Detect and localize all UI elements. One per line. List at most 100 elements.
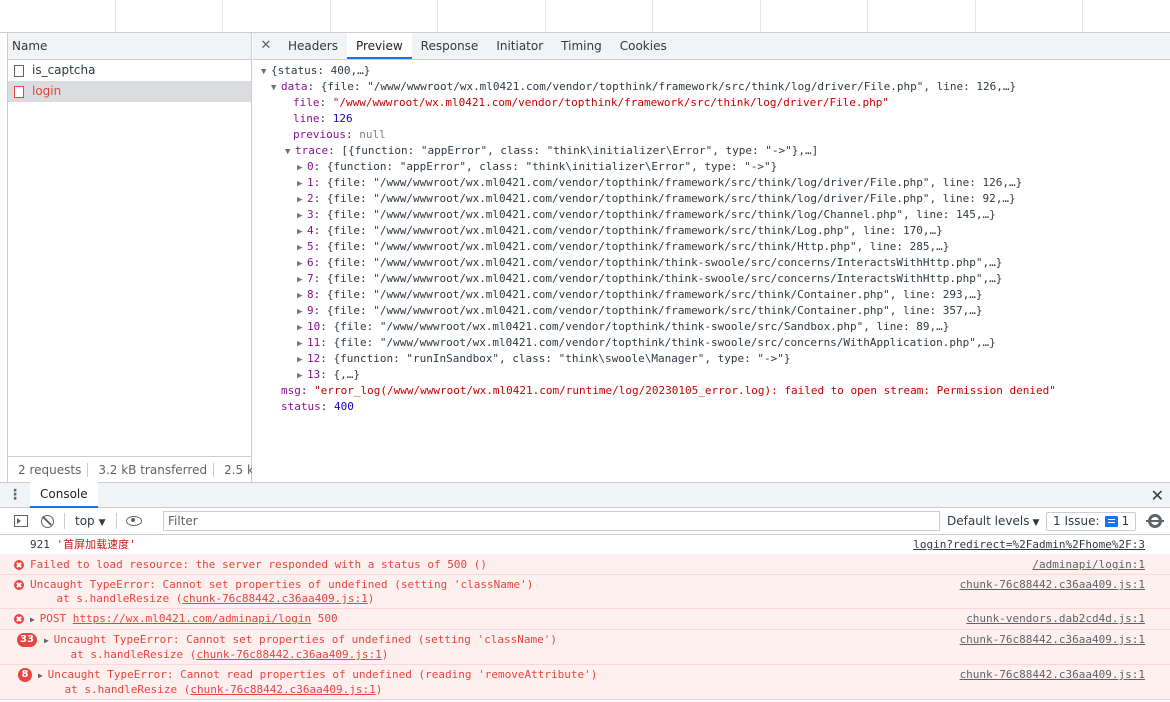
preview-token: 11 [307, 336, 321, 349]
collapsed-triangle-icon[interactable]: ▶ [297, 240, 307, 256]
preview-line[interactable]: ▶ 10: {file: "/www/wwwroot/wx.ml0421.com/… [253, 319, 1170, 335]
context-selector[interactable]: top ▼ [69, 514, 112, 528]
console-message: Failed to load resource: the server resp… [0, 555, 1170, 575]
collapsed-triangle-icon[interactable]: ▶ [297, 352, 307, 368]
toolbar-divider [64, 513, 65, 529]
preview-token: : {file: "/www/wwwroot/wx.ml0421.com/ven… [320, 336, 996, 349]
preview-token: : [300, 384, 315, 397]
expand-triangle-icon[interactable]: ▶ [38, 671, 48, 680]
console-message: 33 ▶ Uncaught TypeError: Cannot set prope… [0, 630, 1170, 665]
collapsed-triangle-icon[interactable]: ▶ [297, 272, 307, 288]
preview-line[interactable]: ▶ 0: {function: "appError", class: "think… [253, 159, 1170, 175]
preview-token: 8 [307, 288, 314, 301]
network-summary-bar: 2 requests3.2 kB transferred 2.5 kB re [8, 456, 252, 482]
preview-line[interactable]: ▼ trace: [{function: "appError", class: "… [253, 143, 1170, 159]
preview-line[interactable]: ▶ 7: {file: "/www/wwwroot/wx.ml0421.com/v… [253, 271, 1170, 287]
preview-line[interactable]: ▶ 4: {file: "/www/wwwroot/wx.ml0421.com/v… [253, 223, 1170, 239]
expanded-triangle-icon[interactable]: ▼ [271, 80, 281, 96]
console-message: 921 '首屏加载速度' login?redirect=%2Fadmin%2Fho… [0, 535, 1170, 555]
error-icon [14, 560, 24, 570]
close-detail-icon[interactable]: ✕ [253, 33, 279, 59]
preview-line[interactable]: ▼ data: {file: "/www/wwwroot/wx.ml0421.co… [253, 79, 1170, 95]
collapsed-triangle-icon[interactable]: ▶ [297, 288, 307, 304]
preview-line[interactable]: ▶ 8: {file: "/www/wwwroot/wx.ml0421.com/v… [253, 287, 1170, 303]
console-filter-input[interactable] [163, 511, 940, 531]
console-message: Uncaught TypeError: Cannot set propertie… [0, 575, 1170, 609]
expanded-triangle-icon[interactable]: ▼ [261, 64, 271, 80]
show-sidebar-button[interactable] [8, 508, 34, 535]
error-icon [14, 614, 24, 624]
preview-line[interactable]: ▶ 2: {file: "/www/wwwroot/wx.ml0421.com/v… [253, 191, 1170, 207]
collapsed-triangle-icon[interactable]: ▶ [297, 368, 307, 384]
clear-console-button[interactable] [34, 508, 60, 535]
collapsed-triangle-icon[interactable]: ▶ [297, 160, 307, 176]
message-prefix: POST [39, 612, 73, 625]
collapsed-triangle-icon[interactable]: ▶ [297, 304, 307, 320]
preview-line[interactable]: ▶ 9: {file: "/www/wwwroot/wx.ml0421.com/v… [253, 303, 1170, 319]
preview-line: file: "/www/wwwroot/wx.ml0421.com/vendor… [253, 95, 1170, 111]
request-row-login[interactable]: login [8, 81, 251, 102]
repeat-count-badge: 33 [17, 633, 37, 647]
preview-token: 12 [307, 352, 321, 365]
preview-token: 13 [307, 368, 321, 381]
source-location-link[interactable]: login?redirect=%2Fadmin%2Fhome%2F:3 [913, 538, 1145, 552]
preview-token: : [319, 96, 333, 109]
request-row-is-captcha[interactable]: is_captcha [8, 60, 251, 81]
timeline-gridline [1082, 0, 1083, 32]
issues-label: 1 Issue: [1053, 514, 1100, 528]
more-tabs-icon[interactable]: ⋮ [0, 487, 30, 503]
tab-timing[interactable]: Timing [552, 33, 611, 59]
json-preview-tree: ▼ {status: 400,…} ▼ data: {file: "/www/wwwr… [253, 60, 1170, 415]
preview-line[interactable]: ▶ 6: {file: "/www/wwwroot/wx.ml0421.com/v… [253, 255, 1170, 271]
message-body: Uncaught TypeError: Cannot set propertie… [53, 633, 557, 646]
expand-triangle-icon[interactable]: ▶ [44, 636, 54, 645]
tab-preview[interactable]: Preview [346, 33, 412, 59]
collapsed-triangle-icon[interactable]: ▶ [297, 192, 307, 208]
preview-line[interactable]: ▶ 3: {file: "/www/wwwroot/wx.ml0421.com/v… [253, 207, 1170, 223]
preview-line[interactable]: ▼ {status: 400,…} [253, 63, 1170, 79]
stack-frame-link[interactable]: chunk-76c88442.c36aa409.js:1 [190, 683, 375, 696]
collapsed-triangle-icon[interactable]: ▶ [297, 176, 307, 192]
source-location-link[interactable]: chunk-vendors.dab2cd4d.js:1 [966, 612, 1145, 626]
tab-initiator[interactable]: Initiator [487, 33, 552, 59]
stack-frame-link[interactable]: chunk-76c88442.c36aa409.js:1 [196, 648, 381, 661]
request-url-link[interactable]: https://wx.ml0421.com/adminapi/login [73, 612, 311, 625]
console-drawer: ⋮ Console ✕ top▼ Default levels▼ 1 Issue… [0, 482, 1170, 702]
close-drawer-icon[interactable]: ✕ [1151, 486, 1164, 505]
tab-cookies[interactable]: Cookies [611, 33, 676, 59]
source-location-link[interactable]: chunk-76c88442.c36aa409.js:1 [960, 633, 1145, 647]
tab-headers[interactable]: Headers [279, 33, 347, 59]
source-location-link[interactable]: chunk-76c88442.c36aa409.js:1 [960, 668, 1145, 682]
message-text: ▶ POST https://wx.ml0421.com/adminapi/lo… [30, 612, 338, 625]
live-expression-button[interactable] [121, 508, 147, 535]
tab-response[interactable]: Response [412, 33, 488, 59]
log-levels-dropdown[interactable]: Default levels ▼ [947, 508, 1039, 536]
preview-line[interactable]: ▶ 11: {file: "/www/wwwroot/wx.ml0421.com/… [253, 335, 1170, 351]
network-timeline-overview[interactable] [0, 0, 1170, 33]
source-location-link[interactable]: chunk-76c88442.c36aa409.js:1 [960, 578, 1145, 592]
collapsed-triangle-icon[interactable]: ▶ [297, 320, 307, 336]
source-location-link[interactable]: /adminapi/login:1 [1032, 558, 1145, 572]
stack-frame: at s.handleResize ( [38, 683, 191, 696]
timeline-gridline [437, 0, 438, 32]
preview-line[interactable]: ▶ 12: {function: "runInSandbox", class: "… [253, 351, 1170, 367]
settings-gear-icon[interactable] [1146, 514, 1164, 528]
chevron-down-icon: ▼ [98, 518, 106, 528]
request-detail-pane: ✕ Headers Preview Response Initiator Timing C… [253, 33, 1170, 482]
preview-token: line [293, 112, 320, 125]
preview-line: line: 126 [253, 111, 1170, 127]
collapsed-triangle-icon[interactable]: ▶ [297, 336, 307, 352]
preview-line[interactable]: ▶ 5: {file: "/www/wwwroot/wx.ml0421.com/v… [253, 239, 1170, 255]
collapsed-triangle-icon[interactable]: ▶ [297, 256, 307, 272]
preview-line[interactable]: ▶ 13: {,…} [253, 367, 1170, 383]
tab-console[interactable]: Console [30, 482, 98, 508]
expand-triangle-icon[interactable]: ▶ [30, 615, 40, 624]
issues-button[interactable]: 1 Issue: 1 [1046, 512, 1137, 531]
expanded-triangle-icon[interactable]: ▼ [285, 144, 295, 160]
collapsed-triangle-icon[interactable]: ▶ [297, 208, 307, 224]
name-column-header[interactable]: Name [8, 33, 251, 60]
stack-frame-link[interactable]: chunk-76c88442.c36aa409.js:1 [182, 592, 367, 605]
message-body: Uncaught TypeError: Cannot set propertie… [30, 578, 534, 591]
preview-line[interactable]: ▶ 1: {file: "/www/wwwroot/wx.ml0421.com/v… [253, 175, 1170, 191]
collapsed-triangle-icon[interactable]: ▶ [297, 224, 307, 240]
